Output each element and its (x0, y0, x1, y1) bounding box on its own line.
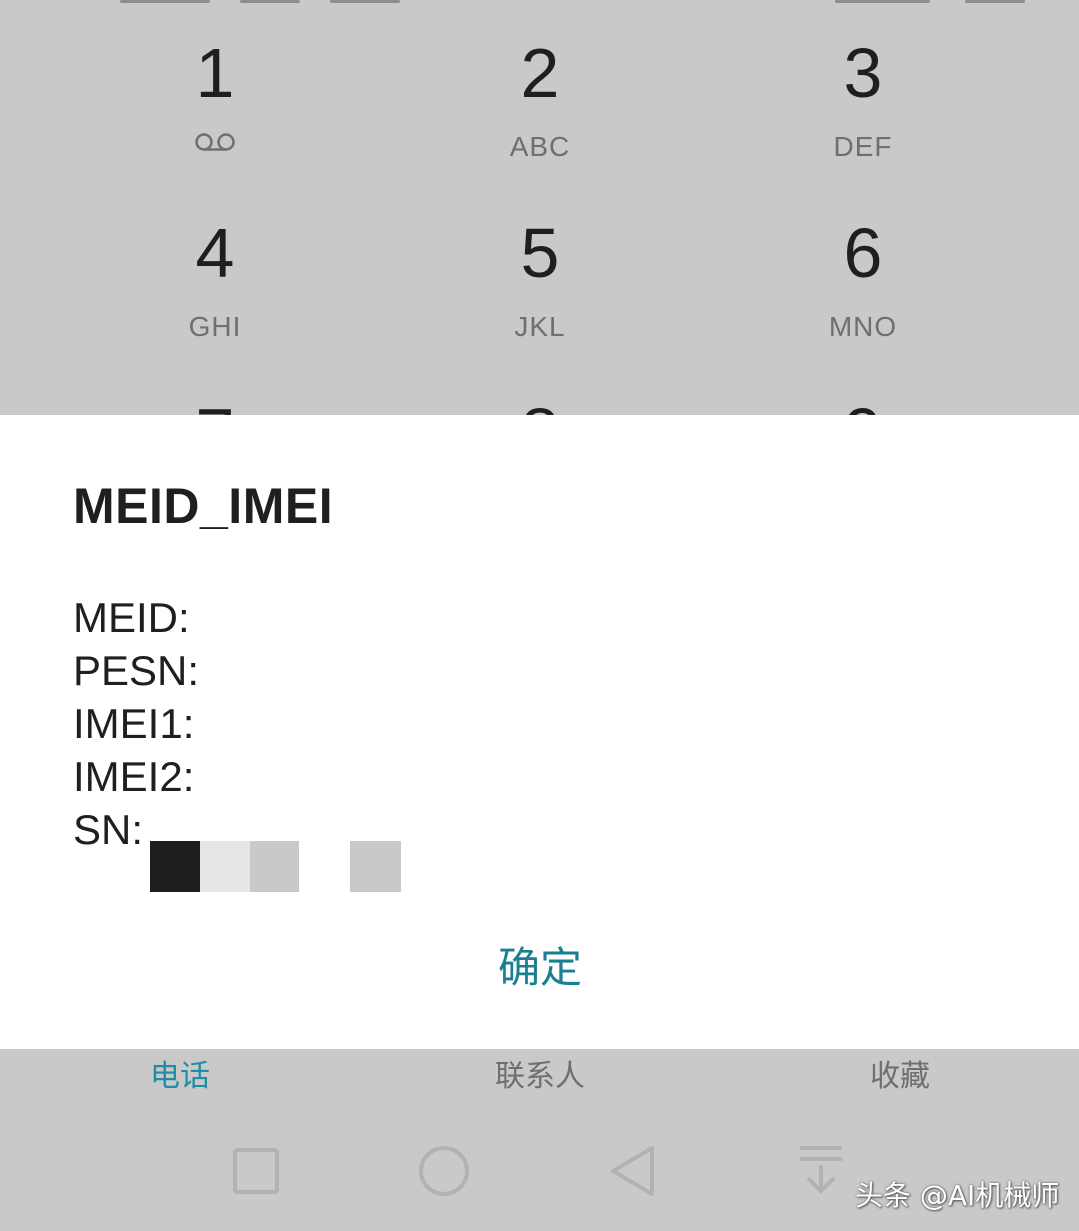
pesn-label: PESN: (73, 647, 200, 694)
dial-key-letters: JKL (514, 311, 566, 342)
redaction-block (350, 841, 401, 892)
dial-key-2[interactable]: 2 ABC (440, 38, 640, 162)
dial-key-3[interactable]: 3 DEF (763, 38, 963, 162)
dial-key-5[interactable]: 5 JKL (440, 218, 640, 342)
status-bar-remnant (0, 0, 1079, 3)
dial-key-digit: 7 (115, 398, 315, 415)
dial-key-letters: MNO (828, 311, 898, 342)
dialpad: 1 2 ABC 3 DEF 4 GHI 5 JKL 6 MNO 7 8 9 (0, 0, 1079, 415)
tab-contacts[interactable]: 联系人 (440, 1059, 640, 1095)
dial-key-7[interactable]: 7 (115, 398, 315, 415)
tab-favorites[interactable]: 收藏 (800, 1059, 1000, 1095)
redaction-block (200, 841, 250, 892)
dial-key-digit: 4 (195, 214, 235, 292)
device-info: MEID: PESN: IMEI1: IMEI2: SN: (73, 591, 199, 856)
bottom-tabs: 电话 联系人 收藏 (0, 1049, 1079, 1109)
dial-key-4[interactable]: 4 GHI (115, 218, 315, 342)
dial-key-letters: ABC (509, 131, 571, 162)
dial-key-8[interactable]: 8 (440, 398, 640, 415)
meid-imei-dialog: MEID_IMEI MEID: PESN: IMEI1: IMEI2: SN: … (0, 415, 1079, 1049)
back-icon[interactable] (608, 1144, 656, 1203)
dial-key-9[interactable]: 9 (763, 398, 963, 415)
dial-key-6[interactable]: 6 MNO (763, 218, 963, 342)
watermark: 头条 @AI机械师 (855, 1179, 1060, 1212)
dial-key-digit: 8 (440, 398, 640, 415)
dial-key-digit: 5 (520, 214, 560, 292)
recent-apps-icon[interactable] (232, 1147, 280, 1200)
notification-pull-down-icon[interactable] (798, 1145, 844, 1200)
home-icon[interactable] (417, 1144, 471, 1203)
imei1-label: IMEI1: (73, 700, 195, 747)
dial-key-letters: GHI (188, 311, 242, 342)
dial-key-digit: 2 (520, 34, 560, 112)
voicemail-icon (194, 132, 236, 157)
dialog-title: MEID_IMEI (73, 478, 334, 534)
dial-key-digit: 1 (195, 34, 235, 112)
tab-phone[interactable]: 电话 (80, 1059, 280, 1095)
dial-key-1[interactable]: 1 (115, 38, 315, 157)
meid-label: MEID: (73, 594, 190, 641)
redaction-block (150, 841, 200, 892)
dial-key-digit: 9 (763, 398, 963, 415)
ok-button[interactable]: 确定 (440, 935, 640, 999)
imei2-label: IMEI2: (73, 753, 195, 800)
dial-key-digit: 3 (843, 34, 883, 112)
dial-key-letters: DEF (833, 131, 893, 162)
redaction-block (250, 841, 299, 892)
dial-key-digit: 6 (843, 214, 883, 292)
